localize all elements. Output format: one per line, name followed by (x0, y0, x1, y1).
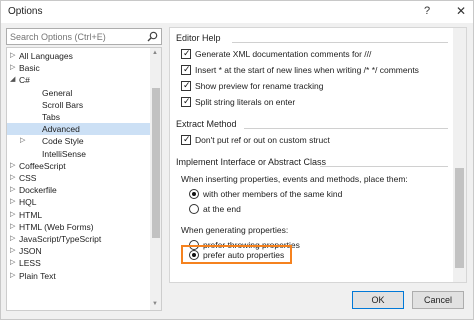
expand-arrow-icon[interactable]: ▷ (10, 62, 15, 74)
tree-item-label: CSS (19, 173, 37, 183)
ok-button[interactable]: OK (352, 291, 404, 309)
section-divider (232, 42, 448, 43)
tree-item-label: General (42, 87, 73, 98)
tree-item-code-style[interactable]: ▷ Code Style (7, 135, 150, 147)
check-icon: ✓ (183, 134, 191, 144)
tree-item-html[interactable]: ▷ HTML (7, 209, 150, 221)
tree-item-plain-text[interactable]: ▷ Plain Text (7, 270, 150, 282)
tree-item-css[interactable]: ▷ CSS (7, 172, 150, 184)
scroll-up-icon[interactable]: ▲ (152, 50, 158, 56)
tree-item-label: Basic (19, 63, 40, 74)
placement-prompt: When inserting properties, events and me… (181, 174, 408, 184)
generating-prompt: When generating properties: (181, 225, 289, 235)
search-icon[interactable] (147, 31, 158, 42)
tree-item-tabs[interactable]: Tabs (7, 111, 150, 123)
expand-arrow-icon[interactable]: ▷ (10, 221, 15, 233)
expand-arrow-icon[interactable]: ▷ (10, 209, 15, 221)
expand-arrow-icon[interactable]: ▷ (10, 245, 15, 257)
tree-item-label: LESS (19, 258, 41, 269)
radio-dot-icon (192, 192, 196, 196)
tree-item-label: Tabs (42, 112, 60, 122)
expand-arrow-icon[interactable]: ▷ (10, 184, 15, 196)
tree-item-label: JSON (19, 246, 42, 257)
tree-item-label: C# (19, 75, 30, 86)
tree-item-label: CoffeeScript (19, 160, 66, 171)
check-icon: ✓ (183, 64, 191, 74)
radio-button[interactable] (189, 250, 199, 260)
tree-item-html-web-forms[interactable]: ▷ HTML (Web Forms) (7, 221, 150, 233)
dialog-title: Options (8, 6, 43, 17)
tree-item-label: Dockerfile (19, 185, 57, 196)
options-tree: ▷ All Languages ▷ Basic ◢ C# General Scroll Bar… (6, 47, 162, 311)
tree-item-dockerfile[interactable]: ▷ Dockerfile (7, 184, 150, 196)
expand-arrow-icon[interactable]: ▷ (10, 172, 15, 184)
tree-item-scroll-bars[interactable]: Scroll Bars (7, 99, 150, 111)
section-divider (320, 166, 448, 167)
help-icon[interactable]: ? (424, 4, 430, 18)
tree-item-coffeescript[interactable]: ▷ CoffeeScript (7, 160, 150, 172)
expand-arrow-icon[interactable]: ▷ (20, 135, 25, 147)
check-icon: ✓ (183, 48, 191, 58)
title-bar: Options ? ✕ (1, 1, 473, 23)
checkbox[interactable]: ✓ (181, 48, 191, 59)
tree-item-label: Plain Text (19, 270, 56, 281)
tree-item-less[interactable]: ▷ LESS (7, 257, 150, 269)
tree-scrollbar[interactable]: ▲ ▼ (150, 48, 161, 310)
search-input[interactable] (10, 30, 142, 43)
tree-item-label: HQL (19, 197, 37, 208)
radio-button[interactable] (189, 204, 199, 214)
tree-scroll-thumb[interactable] (152, 88, 160, 238)
options-dialog: Options ? ✕ ▷ All Languages ▷ Basic ◢ C# Gener… (0, 0, 474, 320)
section-divider (244, 128, 448, 129)
checkbox[interactable]: ✓ (181, 80, 191, 91)
tree-item-label: Scroll Bars (42, 99, 84, 110)
tree-item-hql[interactable]: ▷ HQL (7, 196, 150, 208)
expand-arrow-icon[interactable]: ▷ (10, 196, 15, 208)
tree-item-basic[interactable]: ▷ Basic (7, 62, 150, 74)
radio-dot-icon (192, 253, 196, 257)
cancel-button[interactable]: Cancel (412, 291, 464, 309)
expand-arrow-icon[interactable]: ▷ (10, 257, 15, 269)
tree-item-c[interactable]: ◢ C# (7, 74, 150, 86)
tree-item-label: HTML (19, 209, 43, 220)
check-icon: ✓ (183, 80, 191, 90)
tree-item-advanced[interactable]: Advanced (7, 123, 150, 136)
settings-scroll-thumb[interactable] (455, 168, 464, 268)
expand-arrow-icon[interactable]: ▷ (10, 50, 15, 62)
expand-arrow-icon[interactable]: ▷ (10, 160, 15, 172)
settings-scrollbar[interactable] (453, 28, 466, 282)
tree-item-label: JavaScript/TypeScript (19, 234, 102, 244)
tree-item-javascript-typescript[interactable]: ▷ JavaScript/TypeScript (7, 233, 150, 245)
section-title-editor-help: Editor Help (176, 33, 221, 43)
section-title-implement-interface: Implement Interface or Abstract Class (176, 157, 327, 167)
section-title-extract-method: Extract Method (176, 119, 237, 129)
tree-item-label: All Languages (19, 51, 73, 61)
check-icon: ✓ (183, 96, 191, 106)
close-icon[interactable]: ✕ (456, 4, 466, 18)
tree-item-all-languages[interactable]: ▷ All Languages (7, 50, 150, 62)
scroll-down-icon[interactable]: ▼ (152, 301, 158, 307)
tree-item-general[interactable]: General (7, 87, 150, 99)
radio-button[interactable] (189, 189, 199, 199)
tree-item-label: Advanced (42, 124, 80, 135)
tree-item-label: Code Style (42, 136, 84, 147)
expand-arrow-icon[interactable]: ▷ (10, 233, 15, 245)
tree-item-json[interactable]: ▷ JSON (7, 245, 150, 257)
collapse-arrow-icon[interactable]: ◢ (10, 74, 15, 86)
checkbox[interactable]: ✓ (181, 64, 191, 75)
tree-item-label: HTML (Web Forms) (19, 221, 94, 232)
tree-item-label: IntelliSense (42, 148, 86, 159)
search-box[interactable] (6, 28, 162, 45)
expand-arrow-icon[interactable]: ▷ (10, 270, 15, 282)
settings-panel: Editor Help ✓ Generate XML documentation… (169, 27, 467, 283)
tree-item-intellisense[interactable]: IntelliSense (7, 148, 150, 160)
checkbox[interactable]: ✓ (181, 96, 191, 107)
checkbox[interactable]: ✓ (181, 134, 191, 145)
